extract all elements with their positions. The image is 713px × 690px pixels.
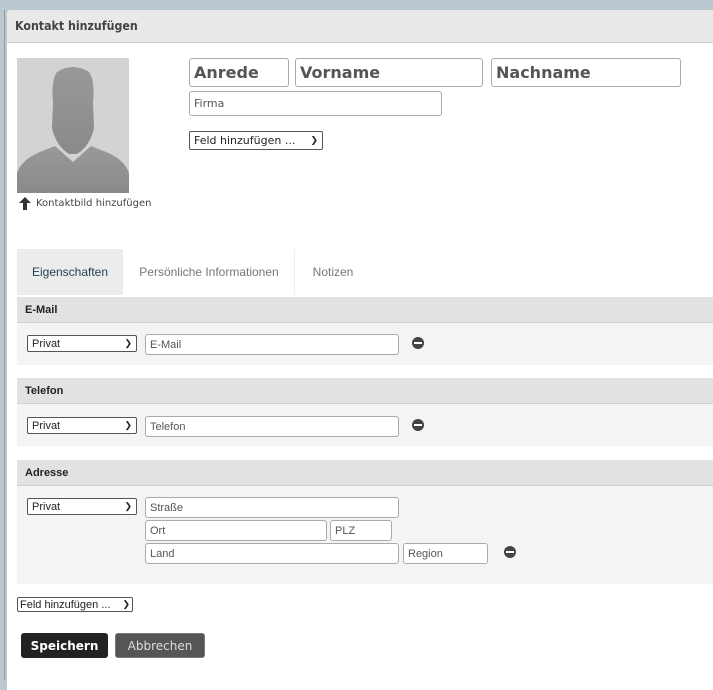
- save-button[interactable]: Speichern: [21, 633, 108, 658]
- email-type-select[interactable]: Privat ❯: [27, 335, 137, 352]
- email-input[interactable]: E-Mail: [145, 334, 399, 355]
- upload-photo-link[interactable]: Kontaktbild hinzufügen: [19, 197, 151, 210]
- chevron-down-icon: ❯: [310, 135, 318, 146]
- country-placeholder: Land: [150, 547, 175, 560]
- last-name-placeholder: Nachname: [496, 63, 591, 82]
- chevron-down-icon: ❯: [124, 338, 132, 348]
- remove-email-icon[interactable]: [412, 337, 424, 349]
- phone-type-value: Privat: [32, 419, 61, 432]
- remove-address-icon[interactable]: [504, 546, 516, 558]
- zip-input[interactable]: PLZ: [330, 520, 392, 541]
- window-edge: [4, 10, 5, 680]
- chevron-down-icon: ❯: [122, 599, 130, 609]
- region-placeholder: Region: [408, 547, 443, 560]
- phone-section-header: Telefon: [17, 378, 713, 404]
- tab-eigenschaften[interactable]: Eigenschaften: [17, 249, 123, 295]
- salutation-placeholder: Anrede: [194, 63, 259, 82]
- add-field-top-label: Feld hinzufügen ...: [194, 134, 296, 147]
- region-input[interactable]: Region: [403, 543, 488, 564]
- email-section-header: E-Mail: [17, 297, 713, 323]
- address-type-select[interactable]: Privat ❯: [27, 498, 137, 515]
- address-type-value: Privat: [32, 500, 61, 513]
- country-input[interactable]: Land: [145, 543, 399, 564]
- phone-section-title: Telefon: [25, 384, 64, 397]
- arrow-up-icon: [19, 197, 31, 210]
- first-name-input[interactable]: Vorname: [295, 58, 483, 87]
- cancel-button[interactable]: Abbrechen: [115, 633, 205, 658]
- company-input[interactable]: Firma: [189, 91, 442, 116]
- last-name-input[interactable]: Nachname: [491, 58, 681, 87]
- tab-notizen[interactable]: Notizen: [296, 249, 370, 295]
- city-input[interactable]: Ort: [145, 520, 327, 541]
- avatar-silhouette-icon: [17, 67, 129, 193]
- chevron-down-icon: ❯: [124, 501, 132, 511]
- address-section-title: Adresse: [25, 466, 69, 479]
- first-name-placeholder: Vorname: [300, 63, 381, 82]
- phone-input[interactable]: Telefon: [145, 416, 399, 437]
- email-section-title: E-Mail: [25, 303, 58, 316]
- phone-placeholder: Telefon: [150, 420, 186, 433]
- tab-label: Eigenschaften: [31, 265, 109, 279]
- tab-persoenliche-informationen[interactable]: Persönliche Informationen: [124, 249, 295, 295]
- email-placeholder: E-Mail: [150, 338, 182, 351]
- tab-label: Persönliche Informationen: [139, 265, 279, 279]
- street-input[interactable]: Straße: [145, 497, 399, 518]
- phone-type-select[interactable]: Privat ❯: [27, 417, 137, 434]
- cancel-label: Abbrechen: [127, 638, 193, 653]
- street-placeholder: Straße: [150, 501, 184, 514]
- remove-phone-icon[interactable]: [412, 419, 424, 431]
- upload-photo-label: Kontaktbild hinzufügen: [36, 198, 152, 209]
- save-label: Speichern: [30, 638, 99, 653]
- email-type-value: Privat: [32, 337, 61, 350]
- add-field-select-bottom[interactable]: Feld hinzufügen ... ❯: [17, 597, 133, 612]
- salutation-input[interactable]: Anrede: [189, 58, 289, 87]
- address-section-header: Adresse: [17, 460, 713, 486]
- tab-label: Notizen: [312, 265, 354, 279]
- chevron-down-icon: ❯: [124, 420, 132, 430]
- city-placeholder: Ort: [150, 524, 166, 537]
- add-field-bottom-label: Feld hinzufügen ...: [20, 598, 111, 611]
- zip-placeholder: PLZ: [335, 524, 356, 537]
- add-field-select-top[interactable]: Feld hinzufügen ... ❯: [189, 131, 323, 150]
- dialog-title: Kontakt hinzufügen: [15, 19, 138, 33]
- contact-photo-placeholder[interactable]: [17, 58, 129, 193]
- company-placeholder: Firma: [194, 97, 225, 110]
